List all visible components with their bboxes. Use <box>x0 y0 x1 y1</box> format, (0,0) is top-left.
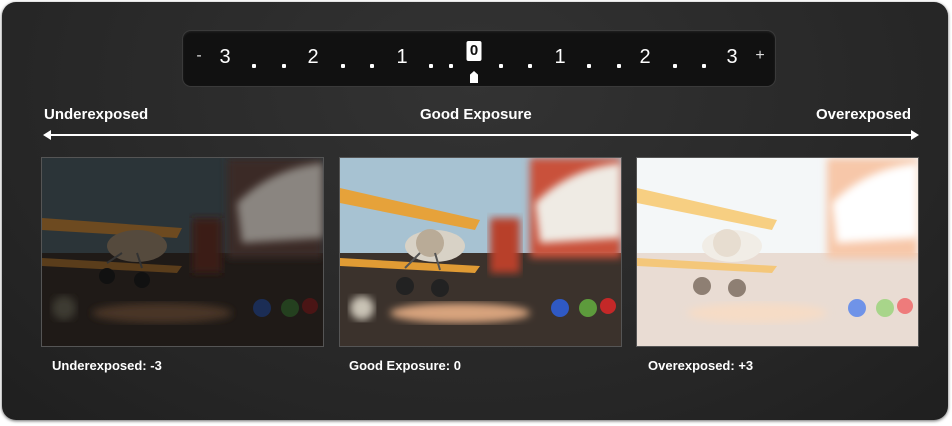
minus-sign: - <box>196 47 202 64</box>
arrow-left-icon <box>43 130 51 140</box>
meter-dot <box>587 64 591 68</box>
caption-good-exposure: Good Exposure: 0 <box>349 358 461 373</box>
overexposed-label: Overexposed <box>816 106 912 123</box>
meter-dot <box>528 64 532 68</box>
meter-dot <box>282 64 286 68</box>
photo-overexposed <box>636 157 919 347</box>
meter-dot <box>429 64 433 68</box>
meter-dot <box>449 64 453 68</box>
meter-dot <box>341 64 345 68</box>
meter-dot <box>499 64 503 68</box>
photo-underexposed <box>41 157 324 347</box>
meter-mark-minus-2: 2 <box>307 46 319 68</box>
meter-dot <box>252 64 256 68</box>
meter-dot <box>370 64 374 68</box>
photo-good-exposure <box>339 157 622 347</box>
meter-pointer-icon <box>470 71 478 83</box>
plus-sign: + <box>755 47 765 64</box>
meter-dot <box>673 64 677 68</box>
meter-mark-plus-3: 3 <box>726 46 738 68</box>
underexposed-label: Underexposed <box>44 106 149 123</box>
good-exposure-label: Good Exposure <box>420 106 532 123</box>
exposure-panel: - 3 2 1 0 1 2 3 + Underexposed Good Expo… <box>2 2 948 420</box>
meter-mark-zero: 0 <box>469 42 479 59</box>
exposure-scale-line <box>47 134 913 136</box>
meter-dot <box>702 64 706 68</box>
caption-underexposed: Underexposed: -3 <box>52 358 162 373</box>
meter-zero-marker: 0 <box>466 41 482 61</box>
meter-dot <box>617 64 621 68</box>
meter-mark-plus-1: 1 <box>554 46 566 68</box>
exposure-meter: - 3 2 1 0 1 2 3 + <box>183 31 775 86</box>
meter-mark-minus-1: 1 <box>396 46 408 68</box>
caption-overexposed: Overexposed: +3 <box>648 358 754 373</box>
meter-mark-plus-2: 2 <box>639 46 651 68</box>
meter-mark-minus-3: 3 <box>219 46 231 68</box>
arrow-right-icon <box>911 130 919 140</box>
